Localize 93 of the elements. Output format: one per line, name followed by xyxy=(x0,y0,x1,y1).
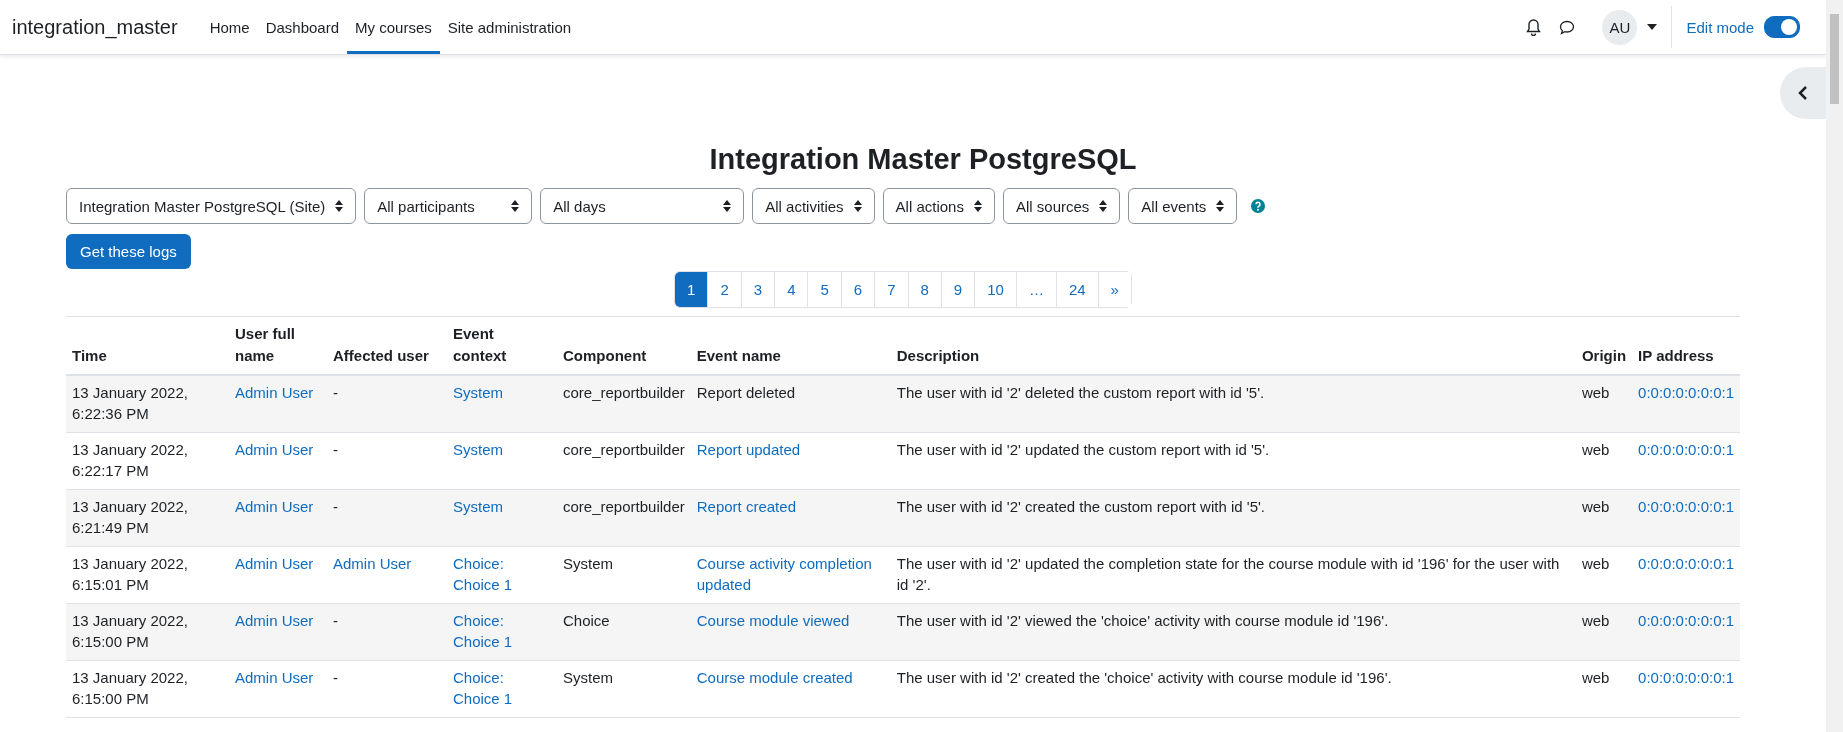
table-cell-text: web xyxy=(1581,496,1611,517)
table-link[interactable]: Choice: Choice 1 xyxy=(453,552,551,596)
filter-select[interactable]: All sources xyxy=(1002,188,1121,224)
table-link[interactable]: Admin User xyxy=(333,552,441,575)
table-link[interactable]: Admin User xyxy=(235,552,321,575)
sort-arrows-icon xyxy=(335,200,344,212)
table-link[interactable]: 0:0:0:0:0:0:0:1 xyxy=(1638,552,1734,575)
table-cell-text: web xyxy=(1581,667,1611,688)
scrollbar[interactable] xyxy=(1826,0,1843,732)
page-link[interactable]: 1 xyxy=(675,272,708,307)
user-avatar[interactable]: AU xyxy=(1602,9,1638,45)
table-link[interactable]: Course module created xyxy=(696,666,885,689)
table-cell-text: System xyxy=(563,667,614,688)
table-link[interactable]: 0:0:0:0:0:0:0:1 xyxy=(1638,666,1734,689)
table-cell-text: - xyxy=(333,439,339,460)
column-header[interactable]: Event name xyxy=(690,316,891,375)
column-header[interactable]: User full name xyxy=(229,316,327,375)
filter-select[interactable]: All days xyxy=(540,188,745,224)
table-link[interactable]: Choice: Choice 1 xyxy=(453,666,551,710)
table-cell-text: - xyxy=(333,382,339,403)
table-link[interactable]: System xyxy=(453,381,551,404)
table-link[interactable]: 0:0:0:0:0:0:0:1 xyxy=(1638,381,1734,404)
sort-arrows-icon xyxy=(853,200,862,212)
column-header[interactable]: Description xyxy=(890,316,1576,375)
get-logs-button[interactable]: Get these logs xyxy=(66,234,191,269)
table-cell-text: web xyxy=(1581,382,1611,403)
column-header[interactable]: Affected user xyxy=(327,316,447,375)
table-link[interactable]: 0:0:0:0:0:0:0:1 xyxy=(1638,609,1734,632)
filter-select[interactable]: All activities xyxy=(752,188,875,224)
table-cell-text: 13 January 2022, 6:15:01 PM xyxy=(72,553,189,596)
chevron-left-icon xyxy=(1798,86,1808,100)
table-cell-text: 13 January 2022, 6:22:36 PM xyxy=(72,382,189,425)
edit-mode-label: Edit mode xyxy=(1686,18,1754,36)
table-cell-text: The user with id '2' updated the custom report with id '5'. xyxy=(896,439,1271,460)
sort-arrows-icon xyxy=(723,200,732,212)
table-cell-text: core_reportbuilder xyxy=(563,439,685,460)
page-link[interactable]: » xyxy=(1097,272,1131,307)
filter-select[interactable]: All actions xyxy=(882,188,995,224)
table-link[interactable]: 0:0:0:0:0:0:0:1 xyxy=(1638,495,1734,518)
table-cell-text: web xyxy=(1581,553,1611,574)
column-header[interactable]: IP address xyxy=(1632,316,1740,375)
table-link[interactable]: Report created xyxy=(696,495,885,518)
table-link[interactable]: Admin User xyxy=(235,495,321,518)
table-cell-text: The user with id '2' created the custom report with id '5'. xyxy=(896,496,1267,517)
table-cell-text: 13 January 2022, 6:15:00 PM xyxy=(72,667,189,710)
nav-link[interactable]: Home xyxy=(201,0,258,54)
table-cell-text: The user with id '2' created the 'choice' activity with course module id '196'. xyxy=(896,667,1393,688)
nav-link[interactable]: Dashboard xyxy=(257,0,348,54)
table-cell-text: core_reportbuilder xyxy=(563,496,685,517)
table-link[interactable]: Course activity completion updated xyxy=(696,552,885,596)
table-link[interactable]: 0:0:0:0:0:0:0:1 xyxy=(1638,438,1734,461)
table-cell-text: web xyxy=(1581,610,1611,631)
table-link[interactable]: Admin User xyxy=(235,609,321,632)
table-link[interactable]: Report updated xyxy=(696,438,885,461)
table-cell-text: The user with id '2' updated the completion state for the course module with id '196' for the user with id '2'. xyxy=(896,553,1561,596)
table-cell-text: core_reportbuilder xyxy=(563,382,685,403)
table-cell-text: System xyxy=(563,553,614,574)
sort-arrows-icon xyxy=(1099,200,1108,212)
column-header[interactable]: Event context xyxy=(447,316,557,375)
column-header[interactable]: Origin xyxy=(1575,316,1633,375)
table-cell-text: 13 January 2022, 6:21:49 PM xyxy=(72,496,189,539)
table-cell-text: Choice xyxy=(563,610,611,631)
table-cell-text: - xyxy=(333,496,339,517)
table-cell-text: 13 January 2022, 6:15:00 PM xyxy=(72,610,189,653)
nav-link[interactable]: Site administration xyxy=(439,0,580,54)
table-cell-text: - xyxy=(333,667,339,688)
nav-link[interactable]: My courses xyxy=(347,0,440,54)
table-link[interactable]: System xyxy=(453,495,551,518)
table-cell-text: 13 January 2022, 6:22:17 PM xyxy=(72,439,189,482)
filter-select[interactable]: All participants xyxy=(364,188,533,224)
table-cell-text: The user with id '2' deleted the custom report with id '5'. xyxy=(896,382,1266,403)
table-cell-text: The user with id '2' viewed the 'choice' activity with course module id '196'. xyxy=(896,610,1390,631)
table-link[interactable]: Choice: Choice 1 xyxy=(453,609,551,653)
table-link[interactable]: Admin User xyxy=(235,381,321,404)
sort-arrows-icon xyxy=(973,200,982,212)
filter-select[interactable]: All events xyxy=(1128,188,1238,224)
site-name[interactable]: integration_master xyxy=(12,0,178,54)
column-header[interactable]: Component xyxy=(557,316,691,375)
help-icon[interactable] xyxy=(1251,199,1266,213)
sort-arrows-icon xyxy=(1216,200,1225,212)
table-link[interactable]: Admin User xyxy=(235,666,321,689)
table-cell-text: web xyxy=(1581,439,1611,460)
table-cell-text: Report deleted xyxy=(696,382,797,403)
page-title: Integration Master PostgreSQL xyxy=(708,143,1138,176)
filter-select[interactable]: Integration Master PostgreSQL (Site) xyxy=(66,188,357,224)
table-link[interactable]: System xyxy=(453,438,551,461)
column-header[interactable]: Time xyxy=(66,316,229,375)
table-link[interactable]: Admin User xyxy=(235,438,321,461)
sort-arrows-icon xyxy=(511,200,520,212)
table-cell-text: - xyxy=(333,610,339,631)
table-link[interactable]: Course module viewed xyxy=(696,609,885,632)
edit-mode-switch[interactable] xyxy=(1764,16,1800,38)
drawer-toggle-button[interactable] xyxy=(1780,67,1826,119)
